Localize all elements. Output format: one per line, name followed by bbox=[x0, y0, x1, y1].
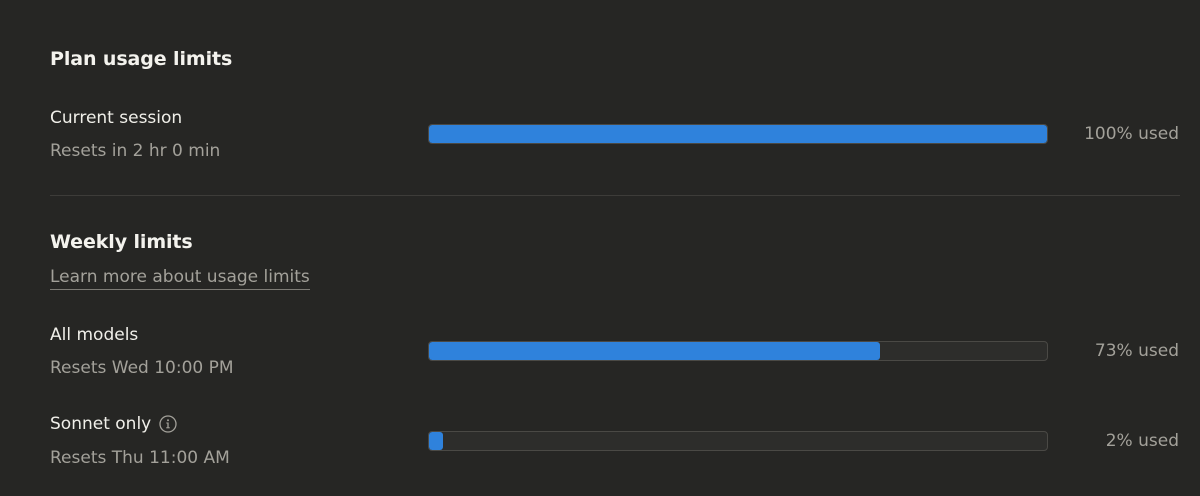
learn-more-link[interactable]: Learn more about usage limits bbox=[50, 269, 310, 290]
plan-usage-title: Plan usage limits bbox=[50, 48, 233, 70]
section-divider bbox=[50, 195, 1180, 196]
info-icon[interactable] bbox=[159, 415, 177, 433]
sonnet-only-label-text: Sonnet only bbox=[50, 413, 152, 434]
sonnet-only-percent-used: 2% used bbox=[1105, 431, 1179, 451]
weekly-limits-title: Weekly limits bbox=[50, 231, 193, 253]
sonnet-only-progress-bar bbox=[428, 431, 1048, 451]
all-models-progress-fill bbox=[429, 342, 881, 360]
all-models-label-text: All models bbox=[50, 325, 139, 345]
all-models-reset: Resets Wed 10:00 PM bbox=[50, 358, 234, 378]
current-session-progress-bar bbox=[428, 124, 1048, 144]
sonnet-only-progress-fill bbox=[429, 432, 443, 450]
all-models-label: All models bbox=[50, 327, 138, 344]
all-models-percent-used: 73% used bbox=[1094, 341, 1179, 361]
current-session-label: Current session bbox=[50, 110, 182, 127]
sonnet-only-reset: Resets Thu 11:00 AM bbox=[50, 448, 230, 468]
current-session-reset: Resets in 2 hr 0 min bbox=[50, 141, 221, 161]
current-session-label-text: Current session bbox=[50, 108, 183, 128]
sonnet-only-label: Sonnet only bbox=[50, 415, 177, 433]
current-session-progress-fill bbox=[429, 125, 1047, 143]
current-session-percent-used: 100% used bbox=[1084, 124, 1179, 144]
all-models-progress-bar bbox=[428, 341, 1048, 361]
